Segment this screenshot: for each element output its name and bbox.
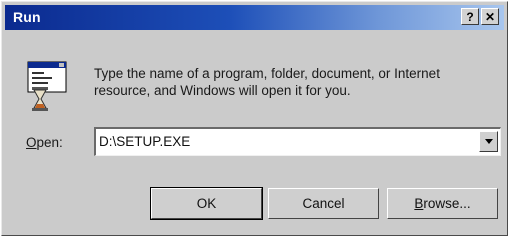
instruction-text: Type the name of a program, folder, docu…: [94, 66, 440, 98]
chevron-down-icon: [484, 139, 493, 144]
browse-label-rest: rowse...: [423, 196, 471, 211]
window-title: Run: [13, 9, 41, 25]
run-dialog: Run ? ✕ Type the name of a program, fold…: [1, 1, 508, 236]
open-combobox[interactable]: D:\SETUP.EXE: [94, 127, 501, 156]
browse-button[interactable]: Browse...: [387, 188, 498, 219]
open-label: Open:: [26, 135, 63, 150]
help-icon: ?: [466, 9, 474, 24]
close-icon: ✕: [484, 9, 496, 24]
open-label-rest: pen:: [36, 135, 63, 150]
ok-button[interactable]: OK: [150, 187, 263, 220]
browse-accelerator: B: [414, 196, 424, 211]
run-program-icon: [27, 61, 67, 111]
open-input[interactable]: D:\SETUP.EXE: [99, 134, 190, 149]
help-button[interactable]: ?: [461, 8, 479, 25]
cancel-button[interactable]: Cancel: [268, 188, 379, 219]
close-button[interactable]: ✕: [481, 8, 499, 25]
title-bar[interactable]: Run ? ✕: [5, 5, 504, 30]
dropdown-button[interactable]: [479, 131, 498, 152]
open-label-accelerator: O: [26, 135, 37, 150]
